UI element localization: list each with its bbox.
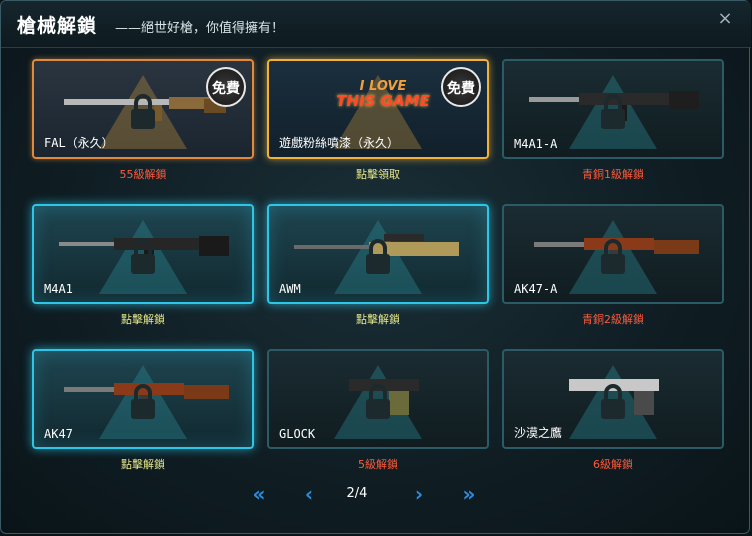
banner-line-2: THIS GAME — [336, 92, 430, 110]
card-status: 5級解鎖 — [358, 458, 398, 471]
first-page-icon[interactable]: « — [245, 483, 273, 505]
card-label: M4A1 — [44, 282, 73, 296]
lock-icon — [601, 384, 625, 419]
fan-spray-banner: I LOVE THIS GAME — [323, 79, 443, 109]
card-awm[interactable]: AWM — [267, 204, 489, 304]
card-label: AWM — [279, 282, 301, 296]
lock-icon — [131, 94, 155, 129]
card-glock[interactable]: GLOCK — [267, 349, 489, 449]
page-indicator: 2/4 — [346, 486, 368, 501]
next-page-icon[interactable]: › — [405, 483, 433, 505]
card-label: AK47-A — [514, 282, 558, 296]
card-label: 遊戲粉絲噴漆（永久） — [279, 136, 400, 150]
card-m4a1[interactable]: M4A1 — [32, 204, 254, 304]
pager: « ‹ 2/4 › » — [1, 483, 751, 507]
free-badge: 免費 — [206, 67, 246, 107]
card-label: GLOCK — [279, 427, 316, 441]
card-status: 點擊解鎖 — [356, 313, 400, 326]
card-label: AK47 — [44, 427, 73, 441]
free-badge: 免費 — [441, 67, 481, 107]
card-label: M4A1-A — [514, 137, 558, 151]
card-status: 點擊解鎖 — [121, 458, 165, 471]
card-status: 青銅2級解鎖 — [582, 313, 644, 326]
prev-page-icon[interactable]: ‹ — [295, 483, 323, 505]
lock-icon — [601, 94, 625, 129]
panel-subtitle: ——絕世好槍，你值得擁有！ — [115, 21, 285, 36]
card-status: 6級解鎖 — [593, 458, 633, 471]
card-status: 點擊解鎖 — [121, 313, 165, 326]
card-ak47[interactable]: AK47 — [32, 349, 254, 449]
lock-icon — [366, 384, 390, 419]
card-label: FAL（永久） — [44, 136, 114, 150]
card-label: 沙漠之鷹 — [514, 426, 563, 440]
lock-icon — [601, 239, 625, 274]
close-icon[interactable]: × — [717, 10, 733, 28]
lock-icon — [366, 239, 390, 274]
lock-icon — [131, 239, 155, 274]
card-ak47-a[interactable]: AK47-A — [502, 204, 724, 304]
card-status: 55級解鎖 — [119, 168, 167, 181]
title-bar: 槍械解鎖 ——絕世好槍，你值得擁有！ × — [1, 1, 751, 48]
panel-title: 槍械解鎖 — [17, 15, 98, 37]
card-status: 青銅1級解鎖 — [582, 168, 644, 181]
gun-unlock-panel: 槍械解鎖 ——絕世好槍，你值得擁有！ × 免費 FAL（永久） 55級解鎖 I … — [0, 0, 751, 534]
card-fan-spray[interactable]: I LOVE THIS GAME 免費 遊戲粉絲噴漆（永久） — [267, 59, 489, 159]
card-desert-eagle[interactable]: 沙漠之鷹 — [502, 349, 724, 449]
lock-icon — [131, 384, 155, 419]
card-m4a1-a[interactable]: M4A1-A — [502, 59, 724, 159]
card-status: 點擊領取 — [356, 168, 400, 181]
last-page-icon[interactable]: » — [455, 483, 483, 505]
card-fal[interactable]: 免費 FAL（永久） — [32, 59, 254, 159]
